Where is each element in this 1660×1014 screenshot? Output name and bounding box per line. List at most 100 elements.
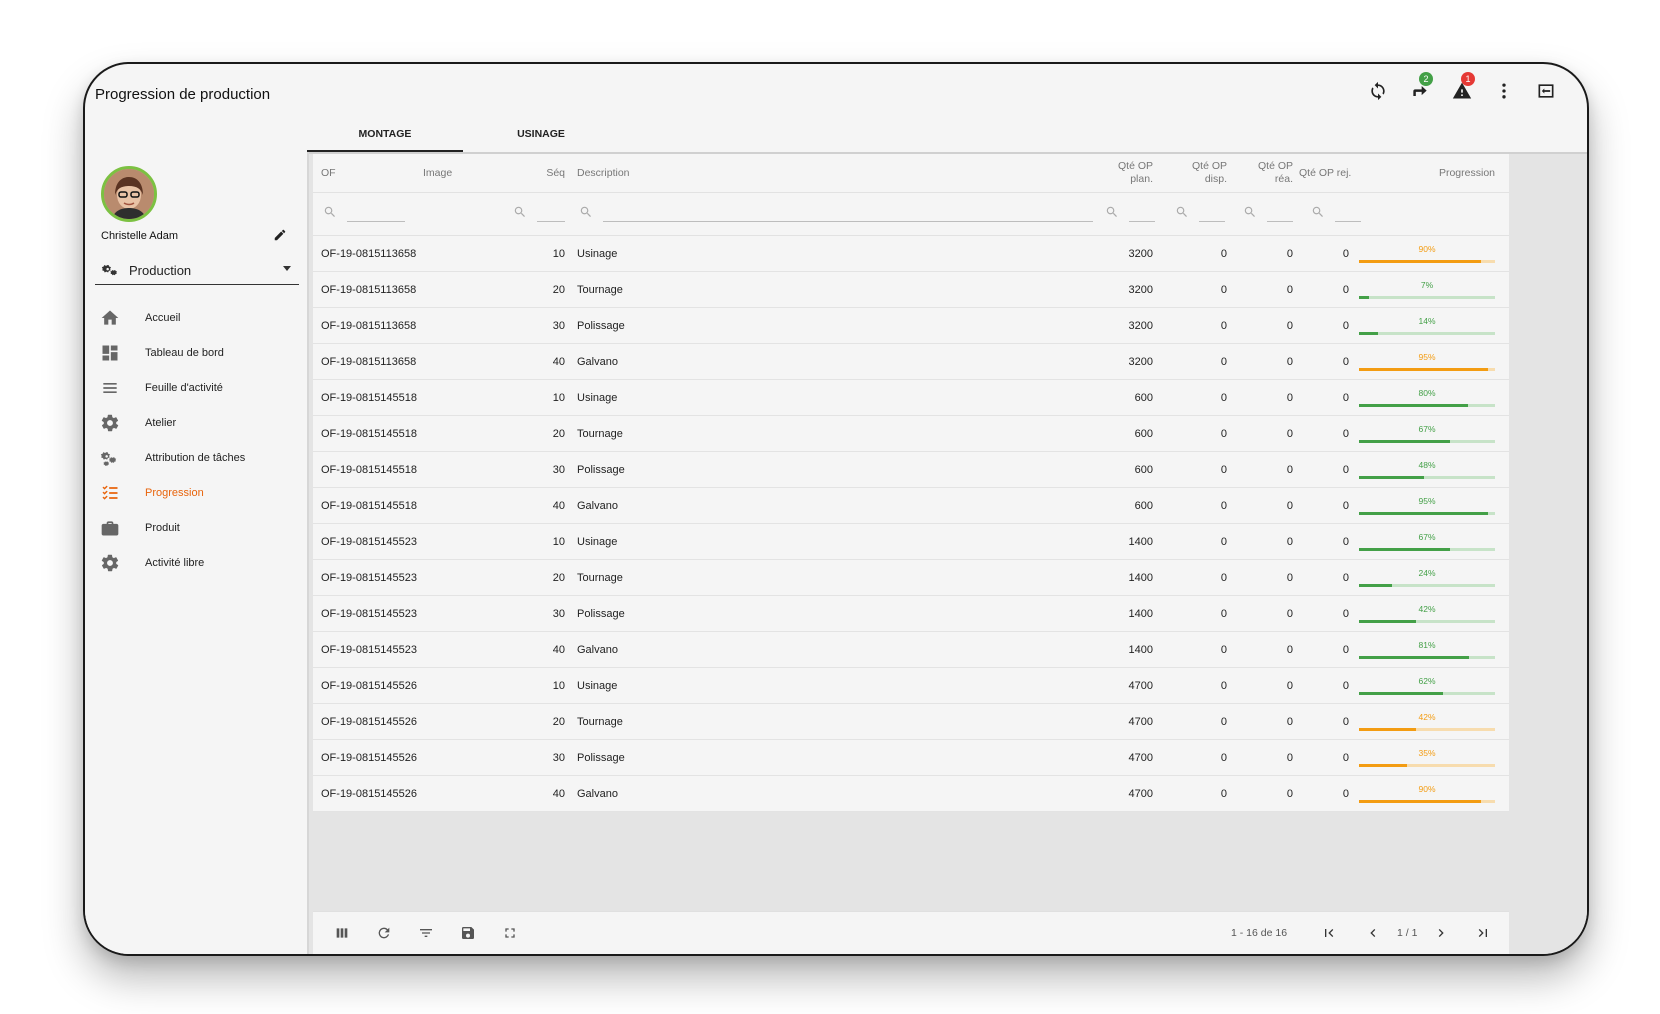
column-header-qte-plan[interactable]: Qté OP plan. — [1109, 154, 1153, 192]
profile-select[interactable]: Production — [95, 256, 299, 285]
sidebar-item-accueil[interactable]: Accueil — [85, 300, 307, 335]
gear-icon — [99, 412, 121, 434]
cell-qte-plan: 4700 — [1128, 715, 1153, 728]
progress-track — [1359, 332, 1495, 335]
cell-qte-rea: 0 — [1286, 787, 1293, 800]
last-page-button[interactable] — [1473, 923, 1493, 943]
sidebar-item-atelier[interactable]: Atelier — [85, 405, 307, 440]
progress-indicator: 80% — [1359, 380, 1495, 415]
column-header-description[interactable]: Description — [577, 154, 777, 192]
table-row[interactable]: OF-19-0815145523 10 Usinage 1400 0 0 0 67% — [313, 524, 1509, 560]
save-button[interactable] — [447, 912, 489, 954]
sidebar-item-label: Progression — [145, 486, 204, 499]
chevron-left-icon — [1370, 929, 1376, 937]
sidebar-item-activite-libre[interactable]: Activité libre — [85, 545, 307, 580]
sync-button[interactable] — [1357, 76, 1399, 106]
progress-track — [1359, 260, 1495, 263]
filter-description[interactable] — [579, 193, 1093, 235]
table-row[interactable]: OF-19-0815145526 20 Tournage 4700 0 0 0 42% — [313, 704, 1509, 740]
cell-description: Usinage — [577, 535, 618, 548]
refresh-button[interactable] — [363, 912, 405, 954]
cell-description: Polissage — [577, 751, 625, 764]
cell-description: Galvano — [577, 499, 618, 512]
filter-seq[interactable] — [513, 193, 565, 235]
top-bar: Progression de production 2 1 MONTAGE US… — [85, 64, 1587, 152]
messages-button[interactable]: 2 — [1399, 72, 1441, 106]
filter-of[interactable] — [323, 193, 405, 235]
progress-fill — [1359, 692, 1444, 695]
logout-button[interactable] — [1525, 76, 1567, 106]
tab-montage[interactable]: MONTAGE — [307, 116, 463, 152]
progress-indicator: 7% — [1359, 272, 1495, 307]
home-icon — [99, 307, 121, 329]
cell-qte-disp: 0 — [1220, 247, 1227, 260]
cell-description: Tournage — [577, 571, 623, 584]
cell-qte-plan: 600 — [1134, 391, 1153, 404]
dashboard-icon — [99, 342, 121, 364]
table-row[interactable]: OF-19-0815145518 30 Polissage 600 0 0 0 48% — [313, 452, 1509, 488]
column-header-qte-rea[interactable]: Qté OP réa. — [1249, 154, 1293, 192]
cell-qte-plan: 600 — [1134, 427, 1153, 440]
sidebar-item-produit[interactable]: Produit — [85, 510, 307, 545]
column-header-of[interactable]: OF — [321, 154, 411, 192]
first-page-button[interactable] — [1319, 923, 1339, 943]
cell-qte-disp: 0 — [1220, 607, 1227, 620]
avatar[interactable] — [101, 166, 157, 222]
table-row[interactable]: OF-19-0815145526 10 Usinage 4700 0 0 0 62% — [313, 668, 1509, 704]
progress-label: 35% — [1418, 748, 1436, 758]
progress-indicator: 62% — [1359, 668, 1495, 703]
table-row[interactable]: OF-19-0815145518 20 Tournage 600 0 0 0 67% — [313, 416, 1509, 452]
sidebar-item-progression[interactable]: Progression — [85, 475, 307, 510]
table-row[interactable]: OF-19-0815145518 10 Usinage 600 0 0 0 80% — [313, 380, 1509, 416]
cell-qte-plan: 1400 — [1128, 535, 1153, 548]
table-row[interactable]: OF-19-0815113658 30 Polissage 3200 0 0 0 14% — [313, 308, 1509, 344]
table-row[interactable]: OF-19-0815113658 40 Galvano 3200 0 0 0 95% — [313, 344, 1509, 380]
cell-qte-rej: 0 — [1342, 247, 1349, 260]
alerts-button[interactable]: 1 — [1441, 72, 1483, 106]
column-header-progression[interactable]: Progression — [1413, 154, 1495, 192]
sidebar-item-label: Produit — [145, 521, 180, 534]
columns-button[interactable] — [321, 912, 363, 954]
filter-qte-rej[interactable] — [1311, 193, 1361, 235]
cell-qte-rea: 0 — [1286, 427, 1293, 440]
progress-fill — [1359, 296, 1369, 299]
pager-page: 1 / 1 — [1397, 927, 1418, 939]
edit-profile-button[interactable] — [273, 228, 287, 242]
table-row[interactable]: OF-19-0815145523 30 Polissage 1400 0 0 0 42% — [313, 596, 1509, 632]
sidebar-item-tableau-de-bord[interactable]: Tableau de bord — [85, 335, 307, 370]
more-menu-button[interactable] — [1483, 76, 1525, 106]
table-row[interactable]: OF-19-0815145523 40 Galvano 1400 0 0 0 81% — [313, 632, 1509, 668]
filter-button[interactable] — [405, 912, 447, 954]
cell-qte-rej: 0 — [1342, 355, 1349, 368]
sidebar-item-attribution-taches[interactable]: Attribution de tâches — [85, 440, 307, 475]
tab-usinage[interactable]: USINAGE — [463, 116, 619, 152]
cell-qte-disp: 0 — [1220, 643, 1227, 656]
table-row[interactable]: OF-19-0815145518 40 Galvano 600 0 0 0 95% — [313, 488, 1509, 524]
column-header-qte-rej[interactable]: Qté OP rej. — [1299, 154, 1359, 192]
cell-qte-plan: 4700 — [1128, 787, 1153, 800]
cell-qte-rea: 0 — [1286, 247, 1293, 260]
progress-indicator: 42% — [1359, 704, 1495, 739]
cell-qte-disp: 0 — [1220, 715, 1227, 728]
table-row[interactable]: OF-19-0815113658 20 Tournage 3200 0 0 0 7% — [313, 272, 1509, 308]
column-header-qte-disp[interactable]: Qté OP disp. — [1181, 154, 1227, 192]
cell-of: OF-19-0815145526 — [321, 751, 418, 764]
cell-of: OF-19-0815145518 — [321, 499, 418, 512]
cell-qte-disp: 0 — [1220, 283, 1227, 296]
progress-label: 42% — [1418, 604, 1436, 614]
table-row[interactable]: OF-19-0815145526 40 Galvano 4700 0 0 0 90% — [313, 776, 1509, 812]
column-header-image[interactable]: Image — [423, 154, 503, 192]
next-page-button[interactable] — [1431, 923, 1451, 943]
table-row[interactable]: OF-19-0815113658 10 Usinage 3200 0 0 0 90% — [313, 236, 1509, 272]
filter-qte-plan[interactable] — [1105, 193, 1155, 235]
previous-page-button[interactable] — [1363, 923, 1383, 943]
filter-qte-rea[interactable] — [1243, 193, 1293, 235]
progress-indicator: 90% — [1359, 776, 1495, 811]
fullscreen-button[interactable] — [489, 912, 531, 954]
filter-qte-disp[interactable] — [1175, 193, 1225, 235]
column-header-seq[interactable]: Séq — [527, 154, 565, 192]
table-row[interactable]: OF-19-0815145526 30 Polissage 4700 0 0 0 35% — [313, 740, 1509, 776]
cell-description: Polissage — [577, 607, 625, 620]
sidebar-item-feuille-activite[interactable]: Feuille d'activité — [85, 370, 307, 405]
table-row[interactable]: OF-19-0815145523 20 Tournage 1400 0 0 0 24% — [313, 560, 1509, 596]
